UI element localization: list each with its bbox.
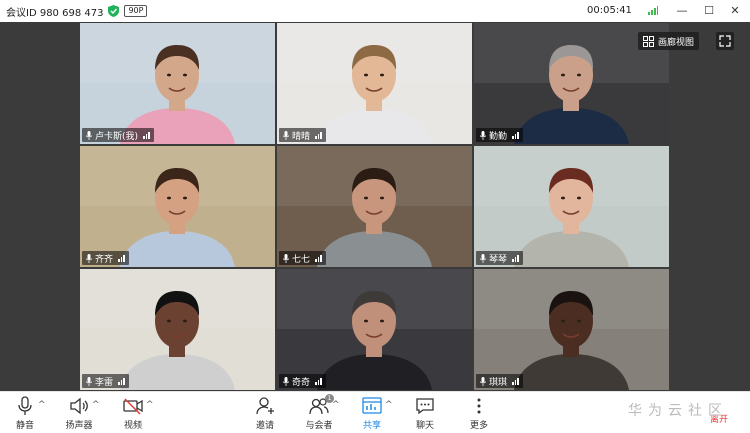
participant-name: 琪琪 [489,377,508,388]
signal-icon [315,131,322,139]
microphone-icon [283,376,289,386]
video-camera-off-icon [123,398,143,415]
more-label: 更多 [469,421,488,431]
share-screen-icon [362,397,382,414]
microphone-icon [18,396,32,415]
participant-name-tag: 晴晴 [279,128,326,142]
mute-label: 静音 [15,421,34,431]
video-tile[interactable]: 琴琴 [474,146,669,267]
participant-name-tag: 琴琴 [476,251,523,265]
invite-user-icon [256,397,274,415]
more-vertical-icon [477,398,481,414]
mute-options-chevron-icon[interactable]: ^ [38,400,46,410]
video-tile[interactable]: 齐齐 [80,146,275,267]
signal-icon [315,254,322,262]
participant-video [474,269,669,390]
share-label: 共享 [362,421,381,431]
participants-options-chevron-icon[interactable]: ^ [332,400,340,410]
video-tile[interactable]: 七七 [277,146,472,267]
participant-video [277,146,472,267]
meeting-id[interactable]: 会议ID 980 698 473 [6,4,103,19]
participant-video [80,269,275,390]
chat-button[interactable]: 聊天 [400,396,450,431]
participant-name-tag: 七七 [279,251,326,265]
participant-name: 七七 [292,254,311,265]
participant-name-tag: 齐齐 [82,251,129,265]
chat-label: 聊天 [415,421,434,431]
participant-video [80,23,275,144]
microphone-icon [480,376,486,386]
watermark: 华为云社区 [628,403,728,419]
participant-name: 齐齐 [95,254,114,265]
participant-video [474,146,669,267]
shield-check-icon[interactable] [108,5,120,17]
participant-name: 勤勤 [489,131,508,142]
video-tile[interactable]: 晴晴 [277,23,472,144]
signal-icon [512,131,519,139]
participant-video [277,269,472,390]
video-grid: 卢卡斯(我) 晴晴 勤勤齐齐 七七 琴琴李雷 奇奇 琪琪 [80,23,670,390]
participant-name-tag: 奇奇 [279,374,326,388]
share-options-chevron-icon[interactable]: ^ [385,400,393,410]
video-tile[interactable]: 卢卡斯(我) [80,23,275,144]
video-label: 视频 [123,421,142,431]
video-tile[interactable]: 奇奇 [277,269,472,390]
participant-name-tag: 李雷 [82,374,129,388]
participant-name-tag: 卢卡斯(我) [82,128,154,142]
close-button[interactable]: ✕ [727,3,743,19]
microphone-icon [480,130,486,140]
microphone-icon [86,376,92,386]
speaker-icon [70,397,88,415]
gallery-view-label: 画廊视图 [658,37,695,48]
signal-icon [315,377,322,385]
invite-button[interactable]: 邀请 [240,396,290,431]
minimize-button[interactable]: — [674,3,690,19]
video-options-chevron-icon[interactable]: ^ [146,400,154,410]
participant-name: 卢卡斯(我) [95,131,139,142]
speaker-label: 扬声器 [65,421,93,431]
signal-icon [512,254,519,262]
microphone-icon [480,253,486,263]
participant-name: 李雷 [95,377,114,388]
fullscreen-button[interactable] [716,32,734,50]
participant-video [277,23,472,144]
microphone-icon [86,130,92,140]
maximize-button[interactable]: ☐ [701,3,717,19]
signal-icon [118,254,125,262]
invite-label: 邀请 [255,421,274,431]
microphone-icon [86,253,92,263]
meeting-timer: 00:05:41 [587,5,632,16]
speaker-options-chevron-icon[interactable]: ^ [92,400,100,410]
participant-name-tag: 勤勤 [476,128,523,142]
microphone-icon [283,130,289,140]
signal-icon [512,377,519,385]
gallery-view-button[interactable]: 画廊视图 [638,32,700,50]
fullscreen-icon [719,35,731,47]
signal-icon[interactable] [648,6,658,15]
participant-name: 琴琴 [489,254,508,265]
signal-icon [143,131,150,139]
resolution-badge[interactable]: 90P [124,5,148,17]
video-tile[interactable]: 琪琪 [474,269,669,390]
participant-name: 奇奇 [292,377,311,388]
microphone-icon [283,253,289,263]
chat-bubble-icon [416,398,434,415]
more-button[interactable]: 更多 [454,396,504,431]
signal-icon [118,377,125,385]
participant-name-tag: 琪琪 [476,374,523,388]
participant-video [80,146,275,267]
video-tile[interactable]: 李雷 [80,269,275,390]
video-stage: 卢卡斯(我) 晴晴 勤勤齐齐 七七 琴琴李雷 奇奇 琪琪 画廊视图 [0,22,750,391]
title-bar: 会议ID 980 698 473 90P 00:05:41 — ☐ ✕ [0,0,750,22]
participants-label: 与会者 [305,421,333,431]
participant-name: 晴晴 [292,131,311,142]
grid-view-icon [643,35,654,47]
